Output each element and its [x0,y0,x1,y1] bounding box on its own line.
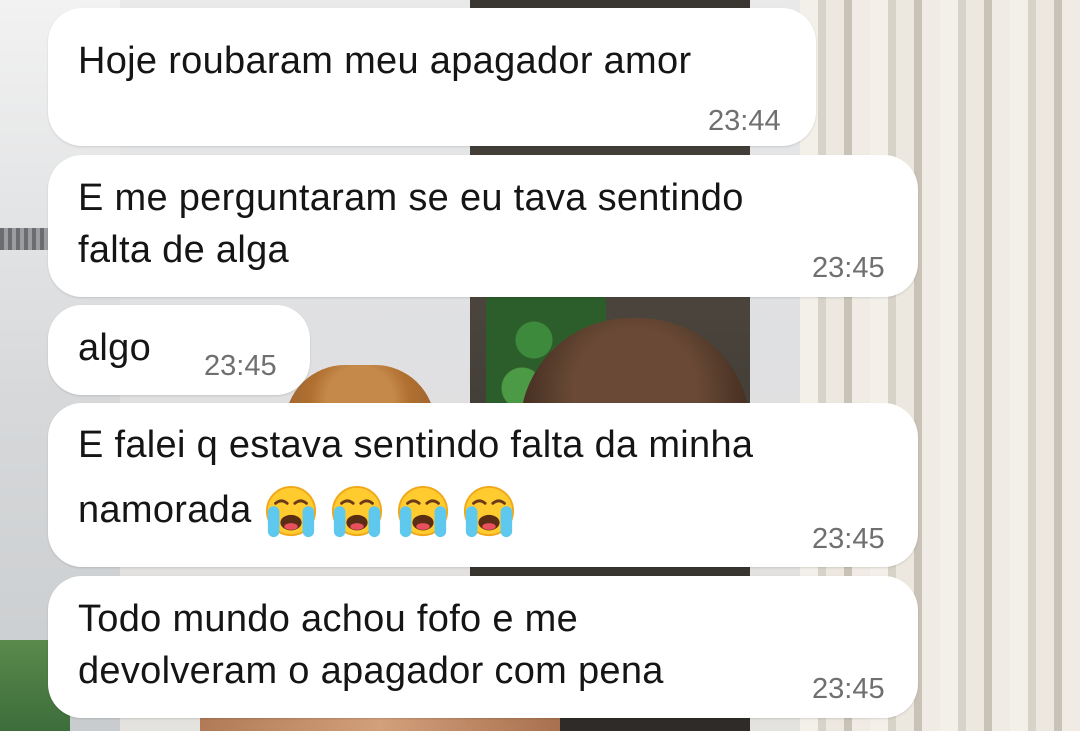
message-text: falta de alga [78,229,289,271]
message-bubble[interactable]: E falei q estava sentindo falta da minha… [48,403,918,567]
message-text: Todo mundo achou fofo e me [78,598,579,640]
message-timestamp: 23:45 [812,523,885,555]
message-text: Hoje roubaram meu apagador amor [78,40,692,82]
loudly-crying-face-icon [463,485,514,538]
message-text: E me perguntaram se eu tava sentindo [78,177,744,219]
loudly-crying-face-icon [265,485,316,538]
message-text: namorada [78,489,252,531]
loudly-crying-face-icon [397,485,448,538]
message-timestamp: 23:45 [812,252,885,284]
message-text: E falei q estava sentindo falta da minha [78,424,754,466]
message-bubble[interactable]: E me perguntaram se eu tava sentindo fal… [48,155,918,297]
loudly-crying-face-icon [331,485,382,538]
message-text: algo [78,327,152,369]
message-timestamp: 23:45 [812,673,885,705]
message-bubble[interactable]: Todo mundo achou fofo e me devolveram o … [48,576,918,718]
message-timestamp: 23:44 [708,105,781,137]
message-bubble[interactable]: algo 23:45 [48,305,310,395]
message-bubble[interactable]: Hoje roubaram meu apagador amor 23:44 [48,8,816,146]
emoji-row [262,485,518,539]
message-text: devolveram o apagador com pena [78,650,664,692]
message-text-with-emoji: namorada [78,483,518,539]
message-list: Hoje roubaram meu apagador amor 23:44 E … [0,0,1080,731]
message-timestamp: 23:45 [204,350,277,382]
